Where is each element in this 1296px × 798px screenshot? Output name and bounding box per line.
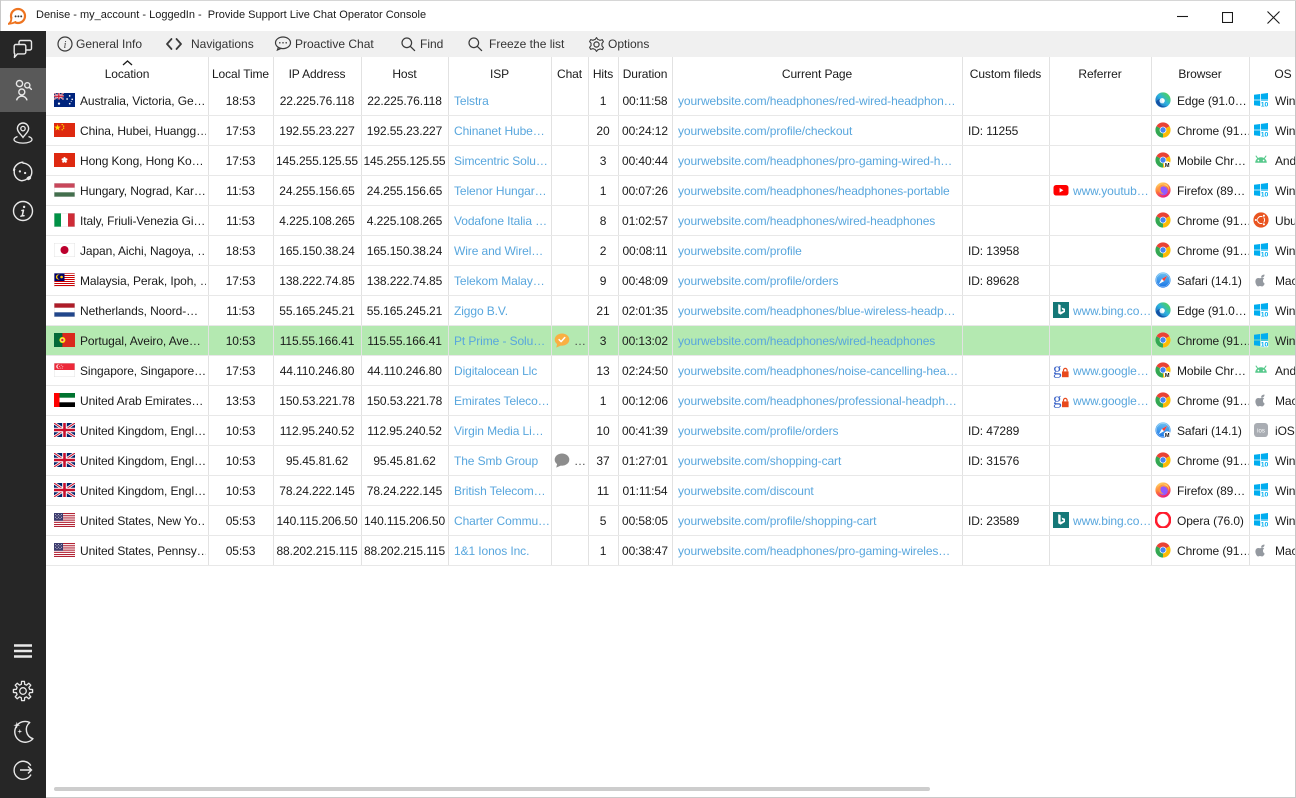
svg-text:10: 10 bbox=[1261, 462, 1269, 468]
svg-text:10: 10 bbox=[1261, 102, 1269, 108]
svg-text:10: 10 bbox=[1261, 192, 1269, 198]
svg-text:10: 10 bbox=[1261, 492, 1269, 498]
svg-text:M: M bbox=[1165, 163, 1170, 168]
svg-text:10: 10 bbox=[1261, 342, 1269, 348]
svg-text:ios: ios bbox=[1257, 429, 1265, 435]
svg-text:10: 10 bbox=[1261, 132, 1269, 138]
svg-text:M: M bbox=[1165, 373, 1170, 378]
svg-text:i: i bbox=[64, 40, 67, 51]
svg-text:g: g bbox=[1053, 392, 1062, 408]
svg-text:10: 10 bbox=[1261, 522, 1269, 528]
svg-text:M: M bbox=[1165, 433, 1170, 438]
svg-text:g: g bbox=[1053, 362, 1062, 378]
svg-text:10: 10 bbox=[1261, 312, 1269, 318]
svg-text:10: 10 bbox=[1261, 252, 1269, 258]
